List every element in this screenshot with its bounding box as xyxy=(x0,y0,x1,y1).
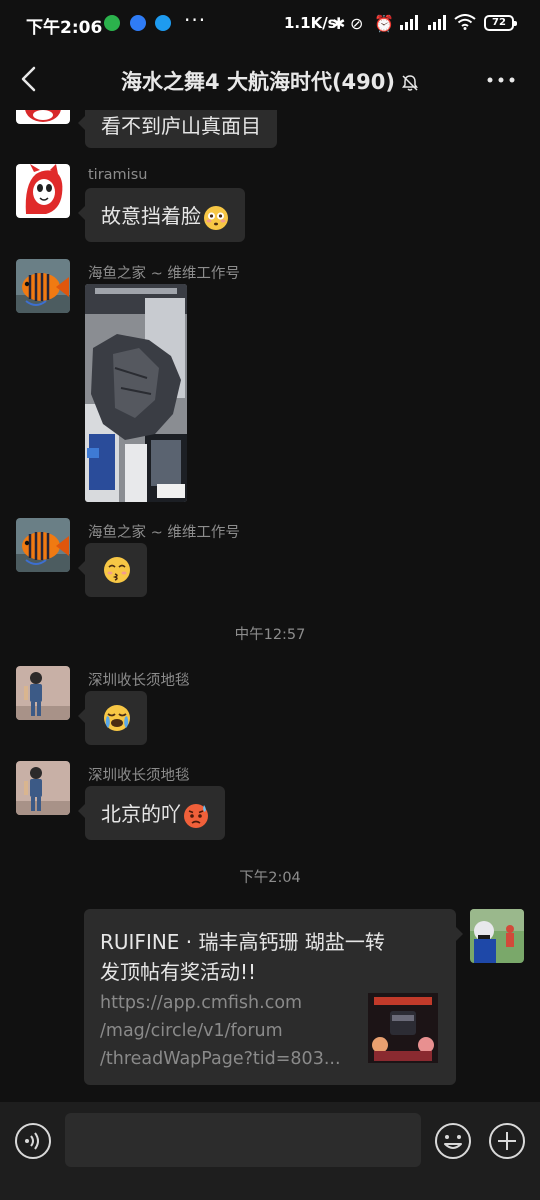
alarm-icon: ⏰ xyxy=(374,14,394,33)
avatar[interactable] xyxy=(16,761,70,815)
link-title-line: 发顶帖有奖活动!! xyxy=(100,960,257,984)
wifi-icon xyxy=(454,14,476,34)
sender-name: 深圳收长须地毯 xyxy=(88,673,190,689)
message-text: 故意挡着脸 xyxy=(101,204,201,228)
signal-icon-2 xyxy=(426,14,448,34)
link-url-line: https://app.cmfish.com xyxy=(100,993,303,1013)
time-separator: 中午12:57 xyxy=(234,627,306,643)
self-avatar[interactable] xyxy=(470,909,524,963)
avatar[interactable] xyxy=(16,666,70,720)
qq-icon xyxy=(155,15,171,31)
message-icon xyxy=(130,15,146,31)
status-time: 下午2:06 xyxy=(26,18,103,38)
message-list[interactable]: 看不到庐山真面目 tiramisu 故意挡着脸 海鱼之家 ~ 维维工作号 海鱼之… xyxy=(0,110,540,1102)
crying-face-emoji xyxy=(104,705,130,731)
sender-name: 海鱼之家 ~ 维维工作号 xyxy=(88,266,240,282)
chat-header: 海水之舞4 大航海时代(490) xyxy=(0,48,540,110)
avatar[interactable] xyxy=(16,164,70,218)
input-bar xyxy=(0,1102,540,1200)
link-title-line: RUIFINE · 瑞丰高钙珊 瑚盐一转 xyxy=(100,930,385,954)
chat-title[interactable]: 海水之舞4 大航海时代(490) xyxy=(0,66,540,96)
link-url: https://app.cmfish.com /mag/circle/v1/fo… xyxy=(100,989,356,1073)
photo-thumbnail xyxy=(85,284,187,502)
status-bar: 下午2:06 ··· 1.1K/s ✱ ⊘ ⏰ 72 xyxy=(0,0,540,48)
message-bubble[interactable]: 北京的吖 xyxy=(78,786,225,840)
message-text: 看不到庐山真面目 xyxy=(101,114,261,138)
sender-name: 海鱼之家 ~ 维维工作号 xyxy=(88,525,240,541)
link-thumbnail xyxy=(368,993,438,1063)
message-bubble[interactable]: 故意挡着脸 xyxy=(78,188,245,242)
link-url-line: /mag/circle/v1/forum xyxy=(100,1021,283,1041)
flushed-face-emoji xyxy=(204,205,228,230)
avatar[interactable] xyxy=(16,110,70,124)
emoji-icon[interactable] xyxy=(434,1122,472,1160)
link-card[interactable]: RUIFINE · 瑞丰高钙珊 瑚盐一转 发顶帖有奖活动!! https://a… xyxy=(84,909,463,1085)
message-text: 北京的吖 xyxy=(101,802,181,826)
more-notifications-icon: ··· xyxy=(184,8,207,32)
bell-off-icon xyxy=(401,75,418,91)
message-bubble[interactable]: 看不到庐山真面目 xyxy=(78,110,277,148)
avatar[interactable] xyxy=(16,259,70,313)
alarm-off-icon: ⊘ xyxy=(350,14,364,33)
bluetooth-icon: ✱ xyxy=(332,14,346,33)
voice-icon[interactable] xyxy=(14,1122,52,1160)
wechat-icon xyxy=(104,15,120,31)
message-bubble[interactable] xyxy=(78,691,147,745)
sender-name: 深圳收长须地毯 xyxy=(88,768,190,784)
plus-icon[interactable] xyxy=(488,1122,526,1160)
message-bubble[interactable] xyxy=(78,543,147,597)
more-dots-icon[interactable] xyxy=(486,76,516,84)
battery-indicator: 72 xyxy=(484,15,517,31)
anxious-sweat-face-emoji xyxy=(184,803,208,828)
sender-name: tiramisu xyxy=(88,167,148,183)
message-input[interactable] xyxy=(65,1113,421,1167)
link-url-line: /threadWapPage?tid=803... xyxy=(100,1049,341,1069)
signal-icon xyxy=(398,14,420,34)
avatar[interactable] xyxy=(16,518,70,572)
image-message[interactable] xyxy=(85,284,187,502)
kissing-face-emoji xyxy=(104,557,130,583)
chat-screen: 下午2:06 ··· 1.1K/s ✱ ⊘ ⏰ 72 海水之舞4 大航海时代(4… xyxy=(0,0,540,1200)
time-separator: 下午2:04 xyxy=(239,870,301,886)
network-speed: 1.1K/s xyxy=(284,14,337,32)
chat-title-text: 海水之舞4 大航海时代(490) xyxy=(121,70,395,94)
